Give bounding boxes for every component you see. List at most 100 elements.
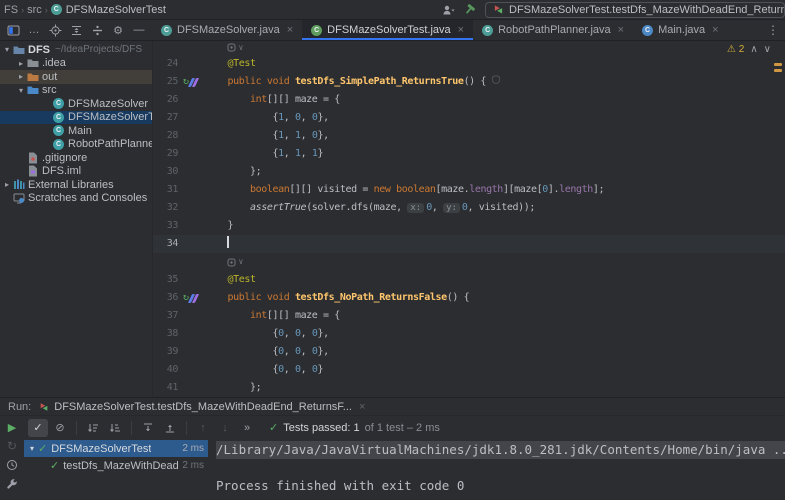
compact-view-icon[interactable] xyxy=(90,23,104,37)
wrench-icon[interactable] xyxy=(4,477,20,491)
code-line[interactable]: 37 int[][] maze = { xyxy=(153,307,785,325)
tree-item-dfs[interactable]: ▾DFS~/IdeaProjects/DFS xyxy=(0,43,152,57)
code-line[interactable]: 28 {1, 1, 0}, xyxy=(153,127,785,145)
tree-item-scratches-and-consoles[interactable]: Scratches and Consoles xyxy=(0,192,152,206)
code-line[interactable]: 29 {1, 1, 1} xyxy=(153,145,785,163)
sort-by-duration-icon[interactable] xyxy=(105,419,125,437)
user-dropdown-icon[interactable] xyxy=(441,3,455,17)
run-configuration-select[interactable]: DFSMazeSolverTest.testDfs_MazeWithDeadEn… xyxy=(485,2,785,18)
test-history-icon[interactable] xyxy=(4,458,20,472)
run-test-icon[interactable]: ↻ xyxy=(183,289,189,307)
project-view-icon[interactable] xyxy=(6,23,20,37)
collapse-all-icon[interactable] xyxy=(160,419,180,437)
gutter-icons: ↻ xyxy=(183,73,205,91)
tree-item-src[interactable]: ▾src xyxy=(0,84,152,98)
tab-dfsmazesolver-java[interactable]: CDFSMazeSolver.java× xyxy=(152,20,302,40)
show-passed-icon[interactable]: ✓ xyxy=(28,419,48,437)
expand-all-icon[interactable] xyxy=(138,419,158,437)
close-icon[interactable]: × xyxy=(359,401,365,413)
next-problem-icon[interactable]: ∨ xyxy=(764,44,771,55)
code-line[interactable]: 32 assertTrue(solver.dfs(maze, x:0, y:0,… xyxy=(153,199,785,217)
close-icon[interactable]: × xyxy=(287,24,293,36)
tab-label: RobotPathPlanner.java xyxy=(498,24,611,36)
tree-item--gitignore[interactable]: .gitignore xyxy=(0,151,152,165)
inspections-widget[interactable]: ⚠ 2 ∧ ∨ xyxy=(727,44,771,55)
code-line[interactable]: 39 {0, 0, 0}, xyxy=(153,343,785,361)
tree-item-external-libraries[interactable]: ▸External Libraries xyxy=(0,178,152,192)
run-test-icon[interactable]: ↻ xyxy=(183,73,189,91)
scrollbar-warning-mark[interactable] xyxy=(774,63,782,66)
tree-item-robotpathplanner[interactable]: CRobotPathPlanner xyxy=(0,138,152,152)
settings-gear-icon[interactable]: ⚙ xyxy=(111,23,125,37)
more-toolbar-icon[interactable]: » xyxy=(237,419,257,437)
code-line[interactable]: 33 } xyxy=(153,217,785,235)
code-line[interactable]: ∨ xyxy=(153,41,785,55)
code-line[interactable]: 36↻ public void testDfs_NoPath_ReturnsFa… xyxy=(153,289,785,307)
hide-panel-icon[interactable]: — xyxy=(132,23,146,37)
close-icon[interactable]: × xyxy=(458,24,464,36)
code-line[interactable]: 27 {1, 0, 0}, xyxy=(153,109,785,127)
tab-options-icon[interactable]: ⋮ xyxy=(767,23,779,37)
code-line[interactable]: 30 }; xyxy=(153,163,785,181)
chevron-down-icon[interactable]: ▾ xyxy=(16,86,26,95)
code-line[interactable]: 35 @Test xyxy=(153,271,785,289)
coverage-icon[interactable] xyxy=(190,294,197,303)
code-line[interactable]: 31 boolean[][] visited = new boolean[maz… xyxy=(153,181,785,199)
run-tab[interactable]: DFSMazeSolverTest.testDfs_MazeWithDeadEn… xyxy=(39,401,365,413)
rerun-failed-icon[interactable]: ↻ xyxy=(4,439,20,453)
code-vision-inlay-icon[interactable]: ∨ xyxy=(227,253,242,271)
breadcrumb-item[interactable]: FS xyxy=(4,4,18,16)
previous-failed-icon[interactable]: ↑ xyxy=(193,419,213,437)
test-result-testdfs_mazewithdeadend_r[interactable]: ✓testDfs_MazeWithDeadEnd_R2 ms xyxy=(24,457,208,474)
tree-item-main[interactable]: CMain xyxy=(0,124,152,138)
prev-problem-icon[interactable]: ∧ xyxy=(750,44,757,55)
tab-robotpathplanner-java[interactable]: CRobotPathPlanner.java× xyxy=(473,20,633,40)
code-editor[interactable]: ∨24 @Test25↻ public void testDfs_SimpleP… xyxy=(152,41,785,397)
code-line[interactable]: 24 @Test xyxy=(153,55,785,73)
chevron-right-icon[interactable]: ▸ xyxy=(16,72,26,81)
console-line[interactable]: /Library/Java/JavaVirtualMachines/jdk1.8… xyxy=(216,441,785,459)
console-line[interactable] xyxy=(216,459,785,477)
code-line[interactable]: 38 {0, 0, 0}, xyxy=(153,325,785,343)
console-line[interactable]: Process finished with exit code 0 xyxy=(216,477,785,495)
code-line[interactable]: 26 int[][] maze = { xyxy=(153,91,785,109)
class-icon: C xyxy=(642,25,653,36)
chevron-down-icon[interactable]: ▾ xyxy=(26,444,38,453)
tab-dfsmazesolvertest-java[interactable]: CDFSMazeSolverTest.java× xyxy=(302,20,473,40)
tab-main-java[interactable]: C Main.java × xyxy=(633,20,728,40)
chevron-right-icon[interactable]: ▸ xyxy=(16,59,26,68)
collapse-all-icon[interactable] xyxy=(69,23,83,37)
close-icon[interactable]: × xyxy=(618,24,624,36)
code-line[interactable]: 25↻ public void testDfs_SimplePath_Retur… xyxy=(153,73,785,91)
more-options-icon[interactable]: … xyxy=(27,23,41,37)
tree-item-dfsmazesolvertes[interactable]: CDFSMazeSolverTes xyxy=(0,111,152,125)
tree-item-dfsmazesolver[interactable]: CDFSMazeSolver xyxy=(0,97,152,111)
code-vision-inlay-icon[interactable]: ∨ xyxy=(227,43,242,53)
breadcrumb[interactable]: FS›src›CDFSMazeSolverTest xyxy=(4,4,166,16)
breadcrumb-item[interactable]: src xyxy=(27,4,42,16)
code-line[interactable]: 41 }; xyxy=(153,379,785,397)
build-hammer-icon[interactable] xyxy=(463,3,477,17)
show-ignored-icon[interactable]: ⊘ xyxy=(50,419,70,437)
sort-alphabetically-icon[interactable] xyxy=(83,419,103,437)
breadcrumb-item[interactable]: CDFSMazeSolverTest xyxy=(51,4,166,16)
next-failed-icon[interactable]: ↓ xyxy=(215,419,235,437)
chevron-right-icon[interactable]: ▸ xyxy=(2,180,12,189)
tab-label: Main.java xyxy=(658,24,705,36)
close-icon[interactable]: × xyxy=(712,24,718,36)
tree-item-out[interactable]: ▸out xyxy=(0,70,152,84)
rerun-button[interactable]: ▶ xyxy=(4,420,20,434)
code-line[interactable]: ∨ xyxy=(153,253,785,271)
tree-item--idea[interactable]: ▸.idea xyxy=(0,57,152,71)
run-console[interactable]: /Library/Java/JavaVirtualMachines/jdk1.8… xyxy=(208,439,785,499)
breadcrumb-label: DFSMazeSolverTest xyxy=(66,4,166,16)
scrollbar-warning-mark[interactable] xyxy=(774,69,782,72)
code-line[interactable]: 34 xyxy=(153,235,785,253)
coverage-icon[interactable] xyxy=(190,78,197,87)
token: { xyxy=(205,346,278,357)
test-result-dfsmazesolvertest[interactable]: ▾✓DFSMazeSolverTest2 ms xyxy=(24,440,208,457)
chevron-down-icon[interactable]: ▾ xyxy=(2,45,12,54)
locate-file-icon[interactable] xyxy=(48,23,62,37)
tree-item-dfs-iml[interactable]: DFS.iml xyxy=(0,165,152,179)
code-line[interactable]: 40 {0, 0, 0} xyxy=(153,361,785,379)
